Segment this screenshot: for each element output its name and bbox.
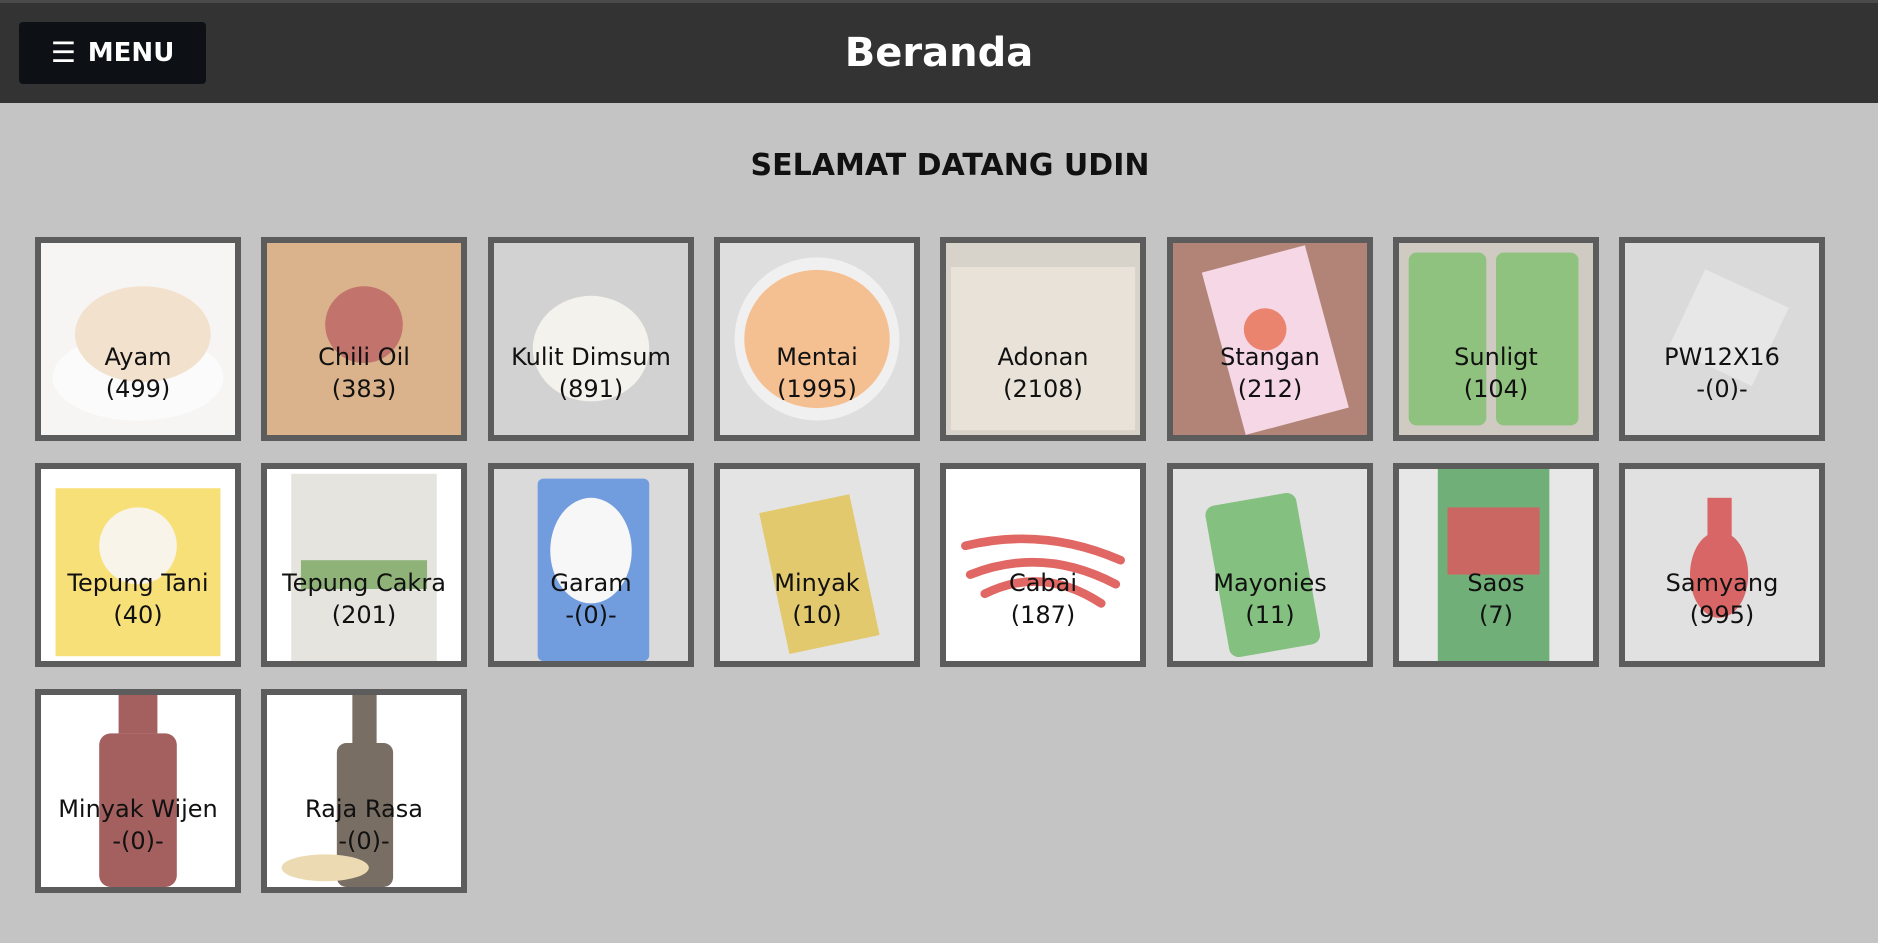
product-image bbox=[267, 469, 461, 661]
product-count: (2108) bbox=[1003, 375, 1083, 403]
product-tile[interactable]: Tepung Tani (40) bbox=[35, 463, 241, 667]
product-name: Minyak bbox=[774, 569, 860, 597]
product-tile[interactable]: Mentai (1995) bbox=[714, 237, 920, 441]
product-caption: Ayam (499) bbox=[41, 341, 235, 405]
product-count: (7) bbox=[1479, 601, 1513, 629]
product-tile[interactable]: Garam -(0)- bbox=[488, 463, 694, 667]
product-count: (499) bbox=[105, 375, 171, 403]
product-caption: Sunligt (104) bbox=[1399, 341, 1593, 405]
product-count: (995) bbox=[1689, 601, 1755, 629]
product-image bbox=[720, 243, 914, 435]
product-image bbox=[1625, 469, 1819, 661]
product-count: -(0)- bbox=[112, 827, 164, 855]
product-name: Stangan bbox=[1220, 343, 1320, 371]
top-navbar: ☰ MENU Beranda bbox=[0, 0, 1878, 103]
product-caption: Minyak Wijen -(0)- bbox=[41, 793, 235, 857]
product-name: Garam bbox=[550, 569, 632, 597]
welcome-heading: SELAMAT DATANG UDIN bbox=[750, 148, 1150, 183]
product-count: (104) bbox=[1463, 375, 1529, 403]
product-count: (187) bbox=[1010, 601, 1076, 629]
product-caption: Adonan (2108) bbox=[946, 341, 1140, 405]
product-tile[interactable]: Samyang (995) bbox=[1619, 463, 1825, 667]
page-title: Beranda bbox=[844, 30, 1034, 76]
product-count: -(0)- bbox=[565, 601, 617, 629]
product-count: (10) bbox=[792, 601, 842, 629]
product-tile[interactable]: Adonan (2108) bbox=[940, 237, 1146, 441]
product-caption: Garam -(0)- bbox=[494, 567, 688, 631]
product-name: Saos bbox=[1467, 569, 1525, 597]
product-name: Tepung Cakra bbox=[282, 569, 446, 597]
product-image bbox=[494, 469, 688, 661]
product-name: Mentai bbox=[776, 343, 858, 371]
product-caption: Tepung Tani (40) bbox=[41, 567, 235, 631]
product-caption: PW12X16 -(0)- bbox=[1625, 341, 1819, 405]
product-tile[interactable]: Cabai (187) bbox=[940, 463, 1146, 667]
product-caption: Mayonies (11) bbox=[1173, 567, 1367, 631]
product-tile[interactable]: Tepung Cakra (201) bbox=[261, 463, 467, 667]
product-image bbox=[267, 695, 461, 887]
product-count: (40) bbox=[113, 601, 163, 629]
product-count: (201) bbox=[331, 601, 397, 629]
product-name: Samyang bbox=[1665, 569, 1779, 597]
product-tile[interactable]: Saos (7) bbox=[1393, 463, 1599, 667]
product-caption: Chili Oil (383) bbox=[267, 341, 461, 405]
product-image bbox=[1173, 243, 1367, 435]
product-name: Mayonies bbox=[1213, 569, 1327, 597]
product-caption: Stangan (212) bbox=[1173, 341, 1367, 405]
product-name: Raja Rasa bbox=[305, 795, 423, 823]
product-name: PW12X16 bbox=[1664, 343, 1780, 371]
product-name: Tepung Tani bbox=[67, 569, 209, 597]
product-tile[interactable]: Stangan (212) bbox=[1167, 237, 1373, 441]
product-caption: Raja Rasa -(0)- bbox=[267, 793, 461, 857]
product-name: Adonan bbox=[997, 343, 1089, 371]
product-caption: Cabai (187) bbox=[946, 567, 1140, 631]
product-caption: Minyak (10) bbox=[720, 567, 914, 631]
product-image bbox=[41, 243, 235, 435]
product-name: Chili Oil bbox=[318, 343, 410, 371]
product-tile[interactable]: Chili Oil (383) bbox=[261, 237, 467, 441]
product-image bbox=[1173, 469, 1367, 661]
product-caption: Tepung Cakra (201) bbox=[267, 567, 461, 631]
product-count: -(0)- bbox=[338, 827, 390, 855]
product-image bbox=[1399, 243, 1593, 435]
product-count: (1995) bbox=[777, 375, 857, 403]
product-name: Cabai bbox=[1008, 569, 1078, 597]
product-name: Sunligt bbox=[1454, 343, 1538, 371]
product-tile[interactable]: Minyak (10) bbox=[714, 463, 920, 667]
product-tile[interactable]: Sunligt (104) bbox=[1393, 237, 1599, 441]
product-tile[interactable]: Kulit Dimsum (891) bbox=[488, 237, 694, 441]
product-tile[interactable]: Raja Rasa -(0)- bbox=[261, 689, 467, 893]
product-image bbox=[494, 243, 688, 435]
product-count: (212) bbox=[1237, 375, 1303, 403]
product-count: (11) bbox=[1245, 601, 1295, 629]
product-count: (383) bbox=[331, 375, 397, 403]
product-tile[interactable]: Ayam (499) bbox=[35, 237, 241, 441]
product-caption: Kulit Dimsum (891) bbox=[494, 341, 688, 405]
product-image bbox=[267, 243, 461, 435]
product-tile[interactable]: Mayonies (11) bbox=[1167, 463, 1373, 667]
product-image bbox=[946, 469, 1140, 661]
product-caption: Saos (7) bbox=[1399, 567, 1593, 631]
product-image bbox=[41, 469, 235, 661]
product-image bbox=[1625, 243, 1819, 435]
product-tile[interactable]: PW12X16 -(0)- bbox=[1619, 237, 1825, 441]
product-count: (891) bbox=[558, 375, 624, 403]
product-image bbox=[720, 469, 914, 661]
product-image bbox=[946, 243, 1140, 435]
product-image bbox=[41, 695, 235, 887]
product-image bbox=[1399, 469, 1593, 661]
product-name: Kulit Dimsum bbox=[511, 343, 671, 371]
product-caption: Mentai (1995) bbox=[720, 341, 914, 405]
product-count: -(0)- bbox=[1696, 375, 1748, 403]
product-tile[interactable]: Minyak Wijen -(0)- bbox=[35, 689, 241, 893]
product-name: Minyak Wijen bbox=[58, 795, 218, 823]
product-name: Ayam bbox=[104, 343, 172, 371]
product-caption: Samyang (995) bbox=[1625, 567, 1819, 631]
